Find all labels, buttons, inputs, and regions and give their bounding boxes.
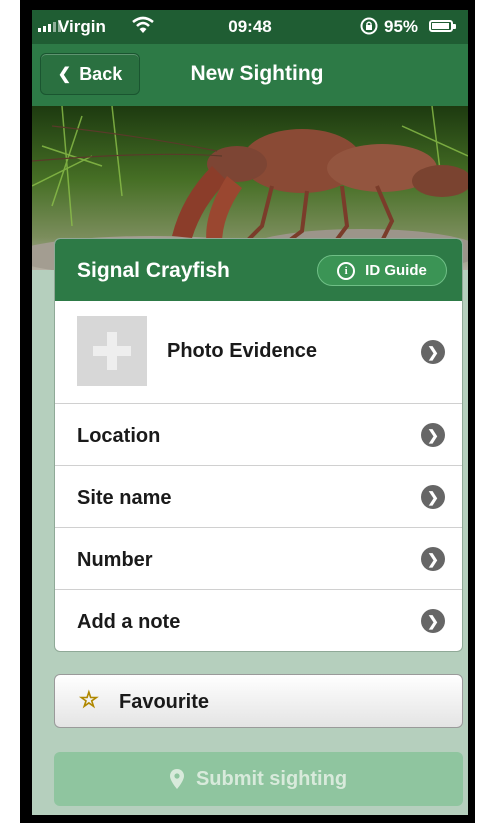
- submit-sighting-button[interactable]: Submit sighting: [54, 752, 463, 806]
- photo-evidence-label: Photo Evidence: [167, 340, 318, 362]
- photo-evidence-row[interactable]: Photo Evidence ❯: [55, 301, 462, 403]
- sighting-form-card: Signal Crayfish i ID Guide Photo Evidenc…: [54, 238, 463, 652]
- navigation-bar: ❮ Back New Sighting: [32, 44, 468, 106]
- info-icon: i: [337, 261, 356, 280]
- add-note-row[interactable]: Add a note ❯: [55, 589, 462, 651]
- favourite-button[interactable]: ☆ Favourite: [54, 674, 463, 728]
- add-photo-icon: [77, 316, 147, 386]
- rotation-lock-icon: [360, 17, 378, 35]
- favourite-label: Favourite: [119, 691, 210, 713]
- app-screen: Virgin 09:48 95% ❮ Back New Sighting Sig…: [32, 10, 468, 815]
- number-row[interactable]: Number ❯: [55, 527, 462, 589]
- id-guide-label: ID Guide: [365, 262, 427, 279]
- chevron-right-icon: ❯: [421, 423, 445, 447]
- chevron-right-icon: ❯: [421, 485, 445, 509]
- location-pin-icon: [169, 769, 184, 789]
- star-icon: ☆: [79, 687, 100, 712]
- add-note-label: Add a note: [77, 611, 181, 633]
- chevron-right-icon: ❯: [421, 547, 445, 571]
- battery-percent: 95%: [384, 17, 419, 36]
- location-row[interactable]: Location ❯: [55, 403, 462, 465]
- number-label: Number: [77, 549, 153, 571]
- page-title: New Sighting: [32, 62, 468, 86]
- species-name: Signal Crayfish: [77, 259, 230, 282]
- status-bar: Virgin 09:48 95%: [32, 10, 468, 44]
- location-label: Location: [77, 425, 161, 447]
- site-name-label: Site name: [77, 487, 172, 509]
- species-header: Signal Crayfish i ID Guide: [55, 239, 462, 301]
- page-title-text: New Sighting: [190, 62, 324, 85]
- battery-icon: [429, 20, 456, 32]
- submit-label: Submit sighting: [195, 767, 348, 790]
- site-name-row[interactable]: Site name ❯: [55, 465, 462, 527]
- id-guide-button[interactable]: i ID Guide: [317, 255, 447, 286]
- chevron-right-icon: ❯: [421, 609, 445, 633]
- chevron-right-icon: ❯: [421, 340, 445, 364]
